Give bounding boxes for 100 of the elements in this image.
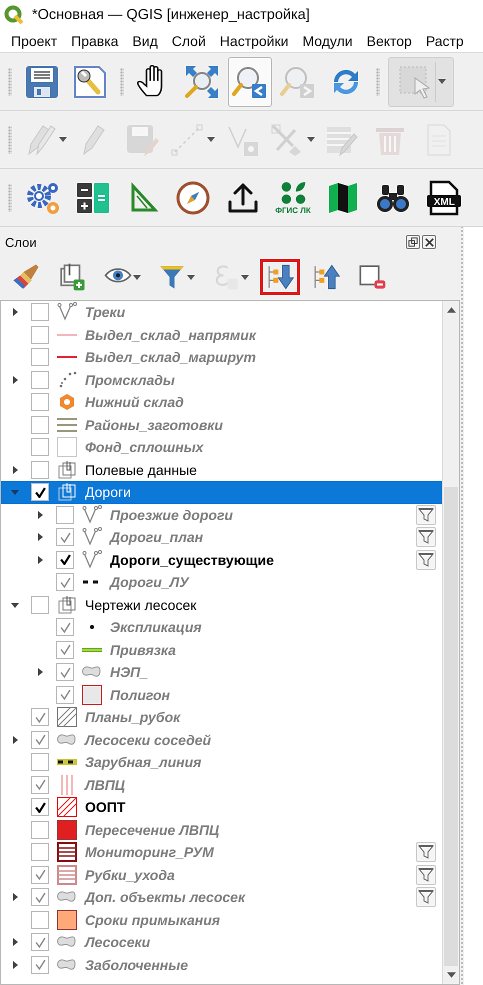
- checkbox[interactable]: [31, 888, 49, 906]
- filter-button[interactable]: [416, 864, 436, 885]
- checkbox[interactable]: [56, 573, 74, 592]
- checkbox[interactable]: [31, 956, 49, 974]
- checkbox[interactable]: [31, 326, 49, 344]
- layer-row[interactable]: Рубки_ухода: [1, 864, 442, 886]
- checkbox[interactable]: [31, 776, 49, 794]
- layer-row[interactable]: Мониторинг_РУМ: [1, 841, 442, 864]
- checkbox[interactable]: [31, 370, 49, 389]
- menu-item[interactable]: Растр: [418, 30, 471, 52]
- layer-row[interactable]: Дороги: [1, 481, 442, 504]
- expander-arrow-icon[interactable]: [36, 533, 44, 542]
- checkbox[interactable]: [31, 753, 49, 772]
- checkbox[interactable]: [31, 866, 49, 884]
- checkbox[interactable]: [31, 303, 49, 322]
- checkbox[interactable]: [31, 348, 49, 366]
- layer-row[interactable]: Фонд_сплошных: [1, 436, 442, 458]
- toolbar-handle[interactable]: [120, 68, 124, 96]
- checkbox[interactable]: [31, 416, 49, 434]
- checkbox[interactable]: [31, 843, 49, 862]
- menu-item[interactable]: Вектор: [360, 30, 419, 52]
- layer-row[interactable]: Планы_рубок: [1, 706, 442, 728]
- expand-all-button[interactable]: [260, 259, 300, 295]
- filter-button[interactable]: [416, 527, 436, 548]
- expander-arrow-icon[interactable]: [11, 960, 19, 969]
- checkbox[interactable]: [56, 640, 74, 659]
- layer-row[interactable]: Лесосеки соседей: [1, 728, 442, 751]
- zoom-last-button[interactable]: [228, 56, 272, 106]
- layer-row[interactable]: Районы_заготовки: [1, 414, 442, 436]
- filter-button[interactable]: [416, 550, 436, 570]
- checkbox[interactable]: [31, 483, 49, 502]
- toolbar-handle[interactable]: [8, 184, 12, 212]
- checkbox[interactable]: [31, 708, 49, 726]
- toolbar-handle[interactable]: [8, 126, 12, 154]
- checkbox[interactable]: [31, 438, 49, 456]
- menu-item[interactable]: Проект: [4, 30, 64, 52]
- expander-arrow-icon[interactable]: [11, 308, 19, 316]
- layer-row[interactable]: НЭП_: [1, 661, 442, 684]
- layer-row[interactable]: Чертежи лесосек: [1, 594, 442, 616]
- expander-arrow-icon[interactable]: [11, 600, 19, 609]
- menu-item[interactable]: Настройки: [212, 30, 296, 52]
- checkbox[interactable]: [31, 596, 49, 614]
- layer-row[interactable]: Заболоченные: [1, 954, 442, 976]
- expander-arrow-icon[interactable]: [11, 893, 19, 902]
- close-panel-button[interactable]: [422, 235, 436, 249]
- scroll-down-icon[interactable]: [446, 972, 456, 978]
- layer-row[interactable]: Привязка: [1, 638, 442, 661]
- toolbar-handle[interactable]: [376, 68, 380, 96]
- xml-export-button[interactable]: XML: [420, 172, 466, 222]
- checkbox[interactable]: [31, 460, 49, 479]
- checkbox[interactable]: [31, 730, 49, 749]
- checkbox[interactable]: [31, 910, 49, 929]
- menu-item[interactable]: Вид: [125, 30, 165, 52]
- filter-button[interactable]: [416, 887, 436, 908]
- expander-arrow-icon[interactable]: [36, 510, 44, 519]
- expander-arrow-icon[interactable]: [36, 556, 44, 564]
- checkbox[interactable]: [31, 820, 49, 839]
- scroll-up-icon[interactable]: [446, 307, 456, 313]
- menu-item[interactable]: Слой: [164, 30, 213, 52]
- layer-row[interactable]: Полигон: [1, 684, 442, 706]
- fgis-button[interactable]: ФГИС ЛК: [270, 172, 316, 222]
- toolbar-handle[interactable]: [8, 68, 12, 96]
- float-panel-button[interactable]: [406, 235, 420, 249]
- checkbox[interactable]: [56, 506, 74, 524]
- layer-row[interactable]: Доп. объекты лесосек: [1, 886, 442, 908]
- menu-item[interactable]: Модули: [295, 30, 360, 52]
- layer-row[interactable]: ЛВПЦ: [1, 774, 442, 796]
- checkbox[interactable]: [31, 798, 49, 816]
- layer-row[interactable]: Дороги_план: [1, 526, 442, 548]
- checkbox[interactable]: [56, 663, 74, 682]
- layer-row[interactable]: Лесосеки: [1, 931, 442, 954]
- expander-arrow-icon[interactable]: [11, 736, 19, 744]
- layer-row[interactable]: Выдел_склад_напрямик: [1, 324, 442, 346]
- checkbox[interactable]: [56, 686, 74, 704]
- checkbox[interactable]: [31, 393, 49, 412]
- menu-item[interactable]: Правка: [64, 30, 126, 52]
- checkbox[interactable]: [56, 618, 74, 636]
- expander-arrow-icon[interactable]: [11, 376, 19, 384]
- layer-row[interactable]: Треки: [1, 301, 442, 324]
- checkbox[interactable]: [56, 528, 74, 546]
- layer-row[interactable]: Экспликация: [1, 616, 442, 638]
- expander-arrow-icon[interactable]: [11, 466, 19, 474]
- layer-row[interactable]: Дороги_ЛУ: [1, 571, 442, 594]
- layer-row[interactable]: Зарубная_линия: [1, 751, 442, 774]
- expander-arrow-icon[interactable]: [36, 668, 44, 676]
- layer-row[interactable]: Пересечение ЛВПЦ: [1, 818, 442, 841]
- layer-row[interactable]: Промсклады: [1, 368, 442, 391]
- layer-row[interactable]: Проезжие дороги: [1, 504, 442, 526]
- expander-arrow-icon[interactable]: [11, 938, 19, 946]
- layer-row[interactable]: Нижний склад: [1, 391, 442, 414]
- layer-row[interactable]: Дороги_существующие: [1, 548, 442, 571]
- scrollbar-thumb[interactable]: [444, 487, 458, 966]
- scrollbar[interactable]: [442, 301, 459, 984]
- layer-row[interactable]: Выдел_склад_маршрут: [1, 346, 442, 368]
- filter-button[interactable]: [416, 504, 436, 525]
- checkbox[interactable]: [31, 933, 49, 952]
- filter-button[interactable]: [416, 842, 436, 862]
- layer-row[interactable]: Полевые данные: [1, 458, 442, 481]
- layer-row[interactable]: Сроки примыкания: [1, 908, 442, 931]
- layer-row[interactable]: ООПТ: [1, 796, 442, 818]
